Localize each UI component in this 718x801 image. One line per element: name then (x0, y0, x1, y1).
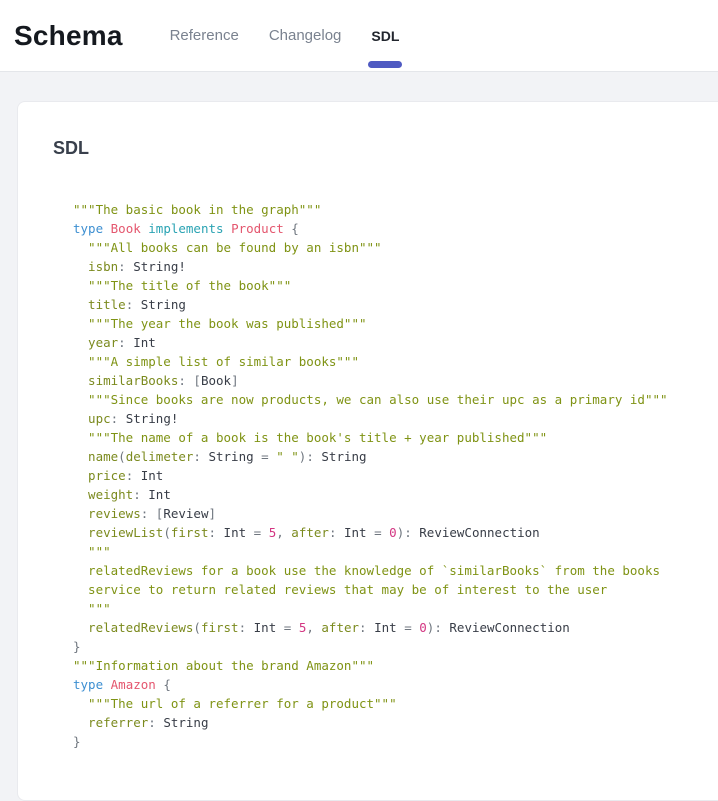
active-tab-indicator (368, 61, 402, 68)
code-line: """The url of a referrer for a product""… (73, 694, 694, 713)
code-line: """The year the book was published""" (73, 314, 694, 333)
code-line: } (73, 732, 694, 751)
code-line: type Amazon { (73, 675, 694, 694)
tab-reference-label: Reference (170, 27, 239, 44)
code-line: } (73, 637, 694, 656)
card-heading: SDL (53, 138, 694, 159)
code-line: """A simple list of similar books""" (73, 352, 694, 371)
page-header: Schema Reference Changelog SDL (0, 0, 718, 72)
code-line: reviews: [Review] (73, 504, 694, 523)
tab-sdl-label: SDL (371, 28, 399, 44)
tab-sdl[interactable]: SDL (356, 0, 414, 71)
code-line: relatedReviews(first: Int = 5, after: In… (73, 618, 694, 637)
code-line: year: Int (73, 333, 694, 352)
code-line: name(delimeter: String = " "): String (73, 447, 694, 466)
code-line: referrer: String (73, 713, 694, 732)
code-line: reviewList(first: Int = 5, after: Int = … (73, 523, 694, 542)
sdl-code: """The basic book in the graph"""type Bo… (73, 200, 694, 751)
code-line: relatedReviews for a book use the knowle… (73, 561, 694, 580)
code-line: title: String (73, 295, 694, 314)
tab-changelog-label: Changelog (269, 27, 342, 44)
code-line: """ (73, 542, 694, 561)
sdl-card: SDL """The basic book in the graph"""typ… (17, 101, 718, 801)
tab-changelog[interactable]: Changelog (254, 0, 357, 71)
code-line: service to return related reviews that m… (73, 580, 694, 599)
code-line: """Since books are now products, we can … (73, 390, 694, 409)
tab-bar: Reference Changelog SDL (155, 0, 415, 71)
code-line: """Information about the brand Amazon""" (73, 656, 694, 675)
code-line: price: Int (73, 466, 694, 485)
code-line: isbn: String! (73, 257, 694, 276)
code-line: """The basic book in the graph""" (73, 200, 694, 219)
code-line: """All books can be found by an isbn""" (73, 238, 694, 257)
code-line: similarBooks: [Book] (73, 371, 694, 390)
page-title: Schema (14, 20, 123, 52)
code-line: """The name of a book is the book's titl… (73, 428, 694, 447)
code-line: """ (73, 599, 694, 618)
code-line: type Book implements Product { (73, 219, 694, 238)
tab-reference[interactable]: Reference (155, 0, 254, 71)
code-line: upc: String! (73, 409, 694, 428)
code-line: """The title of the book""" (73, 276, 694, 295)
code-line: weight: Int (73, 485, 694, 504)
